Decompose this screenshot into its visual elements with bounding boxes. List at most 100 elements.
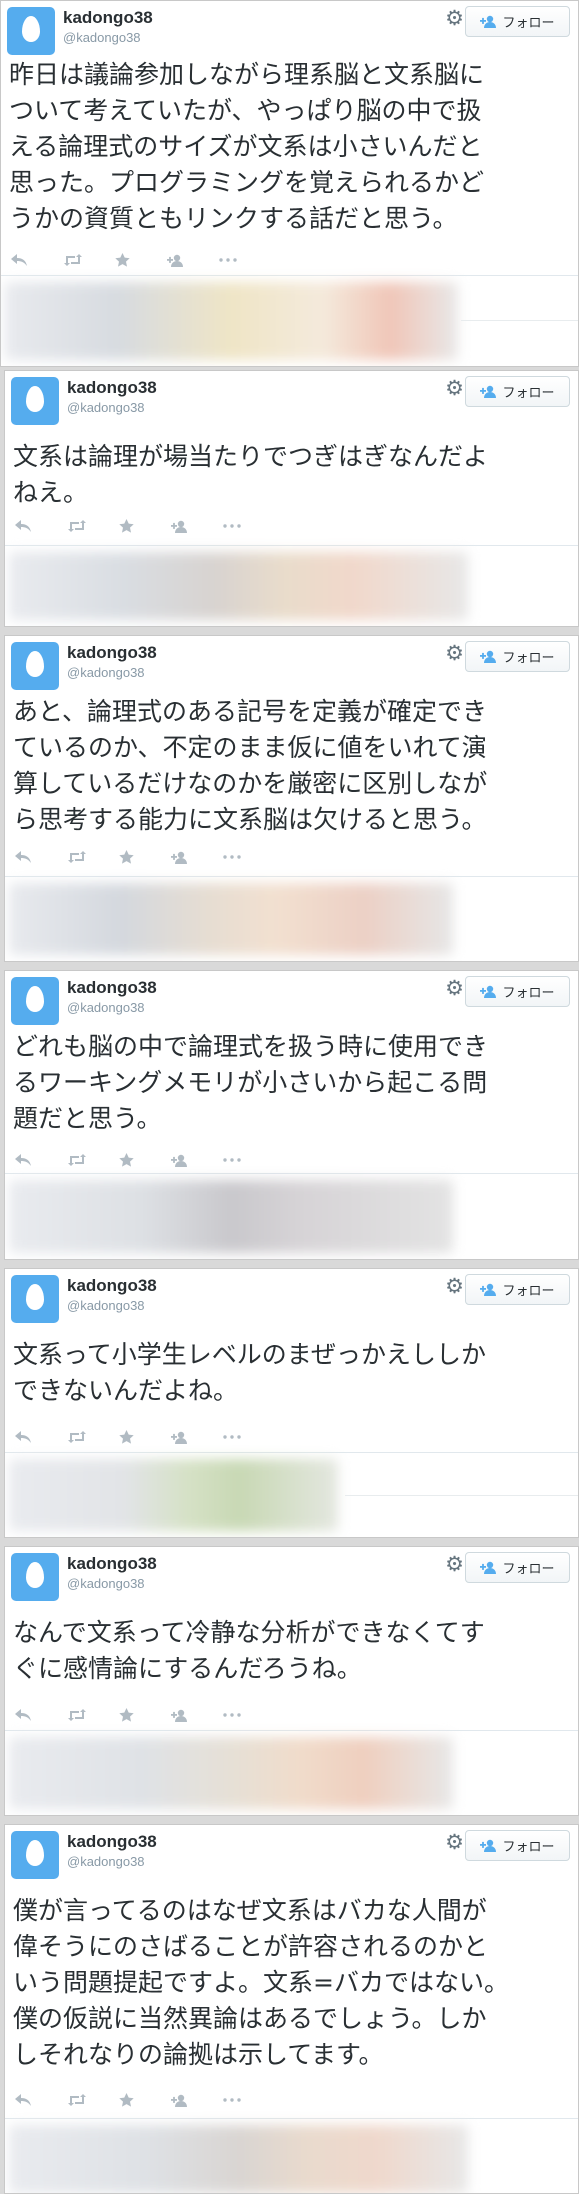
gear-icon[interactable]: ⚙ bbox=[445, 378, 464, 399]
avatar[interactable] bbox=[11, 1553, 59, 1601]
blurred-reply-area bbox=[9, 1737, 453, 1809]
tweet-actions bbox=[15, 1428, 275, 1446]
follow-label: フォロー bbox=[502, 1562, 555, 1577]
user-handle[interactable]: @kadongo38 bbox=[67, 1298, 145, 1313]
avatar[interactable] bbox=[11, 377, 59, 425]
reply-icon[interactable] bbox=[11, 251, 63, 269]
egg-avatar-icon bbox=[26, 386, 44, 412]
user-name[interactable]: kadongo38 bbox=[63, 8, 153, 28]
star-icon[interactable] bbox=[119, 1706, 171, 1724]
add-user-icon[interactable] bbox=[171, 1151, 223, 1169]
retweet-icon[interactable] bbox=[67, 517, 119, 535]
tweet-footer bbox=[5, 545, 578, 626]
avatar[interactable] bbox=[11, 1275, 59, 1323]
user-handle[interactable]: @kadongo38 bbox=[67, 1000, 145, 1015]
egg-avatar-icon bbox=[22, 16, 40, 42]
add-user-icon[interactable] bbox=[171, 848, 223, 866]
reply-icon[interactable] bbox=[15, 1151, 67, 1169]
add-user-icon[interactable] bbox=[171, 1428, 223, 1446]
user-name[interactable]: kadongo38 bbox=[67, 1832, 157, 1852]
star-icon[interactable] bbox=[119, 1151, 171, 1169]
star-icon[interactable] bbox=[119, 517, 171, 535]
user-handle[interactable]: @kadongo38 bbox=[67, 1576, 145, 1591]
user-name[interactable]: kadongo38 bbox=[67, 1276, 157, 1296]
retweet-icon[interactable] bbox=[67, 1151, 119, 1169]
retweet-icon[interactable] bbox=[67, 848, 119, 866]
follow-label: フォロー bbox=[502, 1284, 555, 1299]
user-handle[interactable]: @kadongo38 bbox=[67, 1854, 145, 1869]
follow-button[interactable]: フォロー bbox=[465, 1830, 570, 1861]
tweet-line: いう問題提起ですよ。文系=バカではない。 bbox=[13, 1968, 509, 1997]
divider bbox=[461, 320, 578, 321]
reply-icon[interactable] bbox=[15, 848, 67, 866]
follow-button[interactable]: フォロー bbox=[465, 641, 570, 672]
follow-button[interactable]: フォロー bbox=[465, 6, 570, 37]
star-icon[interactable] bbox=[119, 2091, 171, 2109]
reply-icon[interactable] bbox=[15, 1706, 67, 1724]
follow-label: フォロー bbox=[502, 651, 555, 666]
tweet-text: あと、論理式のある記号を定義が確定でき ているのか、不定のまま仮に値をいれて演 … bbox=[13, 694, 570, 838]
user-name[interactable]: kadongo38 bbox=[67, 1554, 157, 1574]
star-icon[interactable] bbox=[115, 251, 167, 269]
tweet-actions bbox=[15, 1706, 275, 1724]
reply-icon[interactable] bbox=[15, 2091, 67, 2109]
user-name[interactable]: kadongo38 bbox=[67, 378, 157, 398]
more-icon[interactable] bbox=[223, 1428, 275, 1446]
tweet-actions bbox=[15, 848, 275, 866]
tweet-line: 偉そうにのさばることが許容されるのかと bbox=[13, 1932, 489, 1961]
gear-icon[interactable]: ⚙ bbox=[445, 643, 464, 664]
user-name[interactable]: kadongo38 bbox=[67, 643, 157, 663]
add-user-icon[interactable] bbox=[167, 251, 219, 269]
tweet-actions bbox=[15, 517, 275, 535]
add-user-icon[interactable] bbox=[171, 1706, 223, 1724]
tweet-line: るワーキングメモリが小さいから起こる問 bbox=[13, 1068, 488, 1097]
tweet-line: 僕が言ってるのはなぜ文系はバカな人間が bbox=[13, 1896, 487, 1925]
add-user-icon[interactable] bbox=[171, 2091, 223, 2109]
more-icon[interactable] bbox=[223, 517, 275, 535]
more-icon[interactable] bbox=[219, 251, 271, 269]
follow-label: フォロー bbox=[502, 986, 555, 1001]
avatar[interactable] bbox=[11, 977, 59, 1025]
user-name[interactable]: kadongo38 bbox=[67, 978, 157, 998]
avatar[interactable] bbox=[11, 642, 59, 690]
more-icon[interactable] bbox=[223, 2091, 275, 2109]
gear-icon[interactable]: ⚙ bbox=[445, 1554, 464, 1575]
tweet-card-6: kadongo38 @kadongo38 ⚙ フォロー なんで文系って冷静な分析… bbox=[4, 1546, 579, 1816]
follow-button[interactable]: フォロー bbox=[465, 376, 570, 407]
user-handle[interactable]: @kadongo38 bbox=[63, 30, 141, 45]
retweet-icon[interactable] bbox=[67, 1428, 119, 1446]
avatar[interactable] bbox=[11, 1831, 59, 1879]
follow-button[interactable]: フォロー bbox=[465, 1552, 570, 1583]
tweet-card-3: kadongo38 @kadongo38 ⚙ フォロー あと、論理式のある記号を… bbox=[4, 635, 579, 962]
user-handle[interactable]: @kadongo38 bbox=[67, 400, 145, 415]
user-handle[interactable]: @kadongo38 bbox=[67, 665, 145, 680]
tweet-footer bbox=[5, 2118, 578, 2193]
more-icon[interactable] bbox=[223, 1151, 275, 1169]
follow-button[interactable]: フォロー bbox=[465, 1274, 570, 1305]
avatar[interactable] bbox=[7, 7, 55, 55]
tweet-text: どれも脳の中で論理式を扱う時に使用でき るワーキングメモリが小さいから起こる問 … bbox=[13, 1029, 570, 1137]
reply-icon[interactable] bbox=[15, 1428, 67, 1446]
gear-icon[interactable]: ⚙ bbox=[445, 1276, 464, 1297]
tweet-text: 僕が言ってるのはなぜ文系はバカな人間が 偉そうにのさばることが許容されるのかと … bbox=[13, 1893, 570, 2073]
more-icon[interactable] bbox=[223, 848, 275, 866]
follow-user-icon bbox=[480, 1839, 497, 1852]
tweet-line: ているのか、不定のまま仮に値をいれて演 bbox=[13, 733, 487, 762]
tweet-text: なんで文系って冷静な分析ができなくてす ぐに感情論にするんだろうね。 bbox=[13, 1615, 570, 1687]
star-icon[interactable] bbox=[119, 848, 171, 866]
tweet-actions bbox=[15, 1151, 275, 1169]
gear-icon[interactable]: ⚙ bbox=[445, 978, 464, 999]
retweet-icon[interactable] bbox=[67, 1706, 119, 1724]
tweet-footer bbox=[5, 1173, 578, 1259]
egg-avatar-icon bbox=[26, 651, 44, 677]
add-user-icon[interactable] bbox=[171, 517, 223, 535]
more-icon[interactable] bbox=[223, 1706, 275, 1724]
gear-icon[interactable]: ⚙ bbox=[445, 1832, 464, 1853]
star-icon[interactable] bbox=[119, 1428, 171, 1446]
egg-avatar-icon bbox=[26, 1284, 44, 1310]
retweet-icon[interactable] bbox=[67, 2091, 119, 2109]
gear-icon[interactable]: ⚙ bbox=[445, 8, 464, 29]
follow-button[interactable]: フォロー bbox=[465, 976, 570, 1007]
retweet-icon[interactable] bbox=[63, 251, 115, 269]
reply-icon[interactable] bbox=[15, 517, 67, 535]
